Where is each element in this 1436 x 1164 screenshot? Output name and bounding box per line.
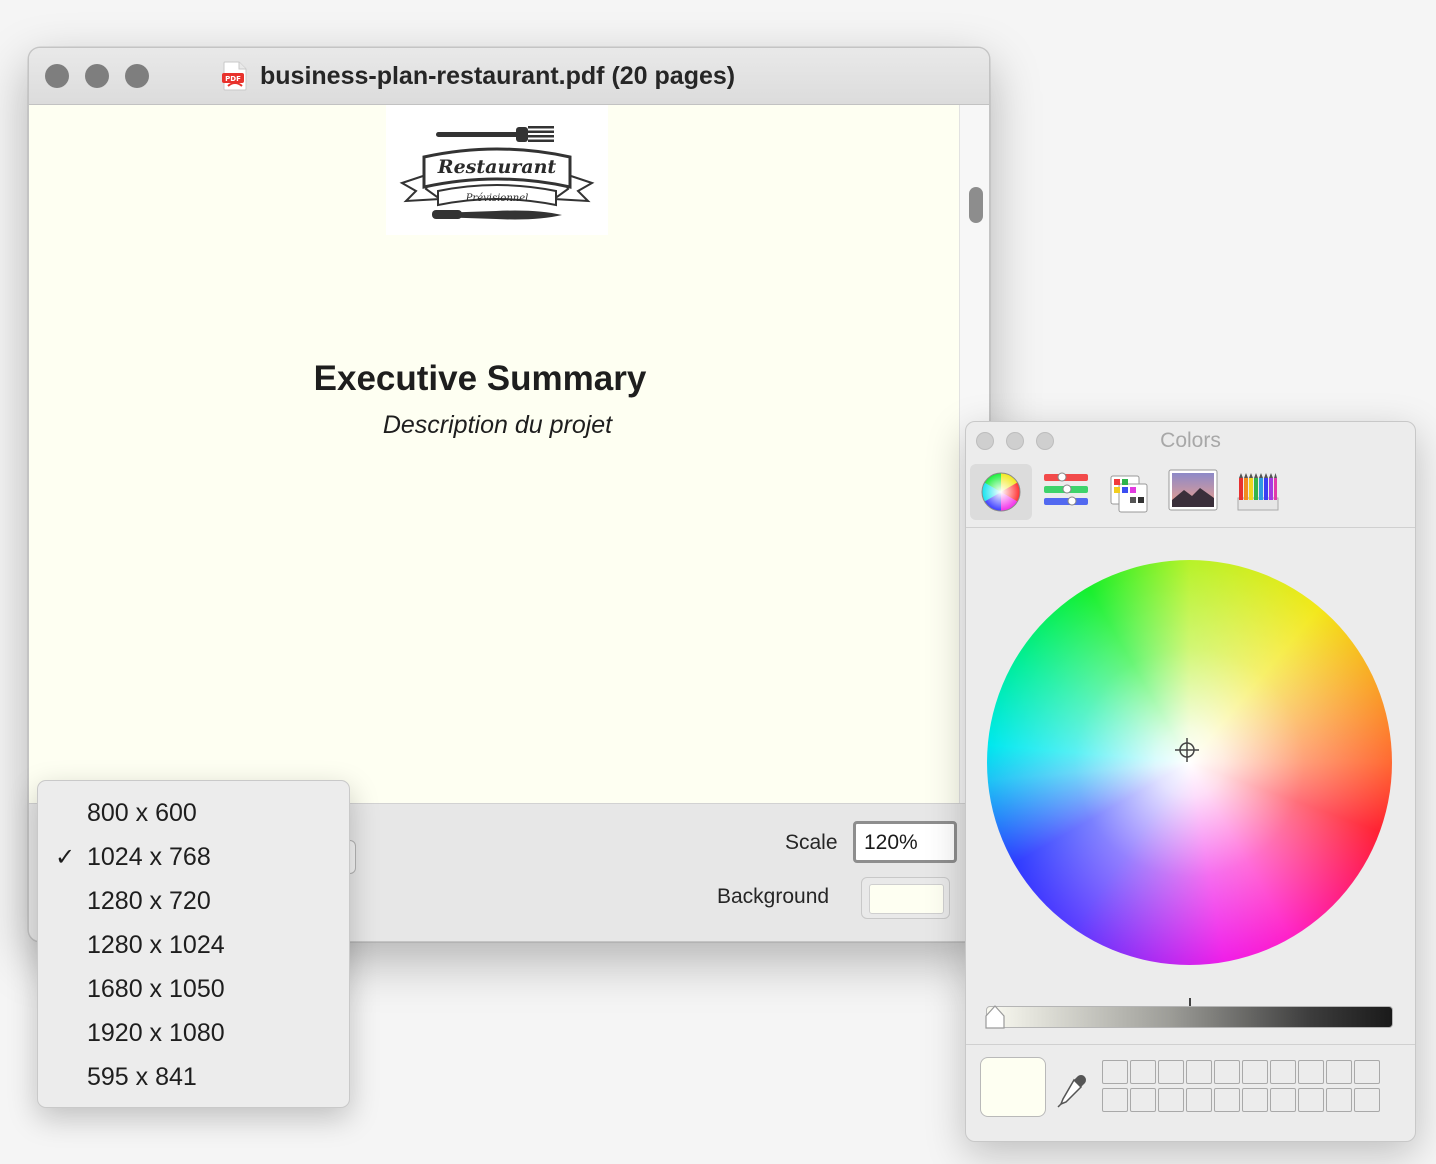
svg-text:PDF: PDF (225, 75, 241, 83)
background-label: Background (717, 885, 830, 908)
document-subheading: Description du projet (382, 411, 613, 439)
image-palettes-tab[interactable] (1162, 464, 1224, 520)
swatch-cell[interactable] (1158, 1060, 1184, 1084)
colors-toolbar-divider (966, 527, 1415, 528)
color-sliders-tab[interactable] (1036, 464, 1098, 520)
swatch-cell[interactable] (1298, 1060, 1324, 1084)
pencils-icon (1237, 473, 1279, 511)
colors-panel-title: Colors (1160, 429, 1221, 452)
swatch-cell[interactable] (1130, 1060, 1156, 1084)
swatch-cell[interactable] (1242, 1060, 1268, 1084)
crosshair-icon[interactable] (1175, 738, 1199, 762)
menu-item-label: 1280 x 1024 (87, 931, 225, 959)
checkmark-icon: ✓ (55, 844, 76, 871)
scale-label: Scale (785, 831, 838, 854)
swatch-cell[interactable] (1298, 1088, 1324, 1112)
brightness-knob[interactable] (984, 1004, 1006, 1030)
swatch-cell[interactable] (1326, 1088, 1352, 1112)
window-title-group: PDF business-plan-restaurant.pdf (20 pag… (222, 61, 735, 91)
menu-item-label: 800 x 600 (87, 799, 197, 827)
swatch-cell[interactable] (1354, 1088, 1380, 1112)
color-wheel[interactable] (987, 560, 1392, 965)
menu-item-label: 1280 x 720 (87, 887, 211, 915)
swatch-cell[interactable] (1186, 1088, 1212, 1112)
menu-item-label: 1920 x 1080 (87, 1019, 225, 1047)
color-palettes-icon (1110, 475, 1148, 513)
eyedropper-icon[interactable] (1054, 1070, 1090, 1110)
minimize-button[interactable] (85, 64, 109, 88)
window-title: business-plan-restaurant.pdf (20 pages) (260, 61, 736, 90)
swatch-cell[interactable] (1214, 1088, 1240, 1112)
restaurant-logo: Restaurant Prévisionnel (386, 105, 608, 235)
menu-item-1680x1050[interactable]: 1680 x 1050 (38, 969, 349, 1013)
current-color-swatch[interactable] (980, 1057, 1046, 1117)
logo-title-text: Restaurant (437, 156, 557, 178)
zoom-button[interactable] (125, 64, 149, 88)
scrollbar-thumb[interactable] (969, 187, 983, 223)
swatch-cell[interactable] (1102, 1060, 1128, 1084)
menu-item-1280x1024[interactable]: 1280 x 1024 (38, 925, 349, 969)
document-heading: Executive Summary (313, 359, 647, 398)
menu-item-label: 1024 x 768 (87, 843, 211, 871)
menu-item-1024x768[interactable]: ✓ 1024 x 768 (38, 837, 349, 881)
menu-item-800x600[interactable]: 800 x 600 (38, 793, 349, 837)
size-menu: 800 x 600 ✓ 1024 x 768 1280 x 720 1280 x… (37, 780, 350, 1108)
colors-panel: Colors (965, 421, 1416, 1142)
swatch-cell[interactable] (1214, 1060, 1240, 1084)
pencils-tab[interactable] (1228, 464, 1290, 520)
color-wheel-tab[interactable] (970, 464, 1032, 520)
pdf-file-icon: PDF (222, 61, 248, 91)
swatch-cell[interactable] (1102, 1088, 1128, 1112)
pdf-page-view[interactable]: Restaurant Prévisionnel Executive Summar… (29, 105, 959, 803)
image-palettes-icon (1168, 469, 1218, 511)
swatch-cell[interactable] (1158, 1088, 1184, 1112)
brightness-tick (1189, 998, 1191, 1006)
menu-item-1920x1080[interactable]: 1920 x 1080 (38, 1013, 349, 1057)
logo-subtitle-text: Prévisionnel (465, 193, 529, 204)
menu-item-595x841[interactable]: 595 x 841 (38, 1057, 349, 1101)
swatch-cell[interactable] (1186, 1060, 1212, 1084)
background-color-well[interactable] (861, 877, 950, 919)
color-wheel-saturation (987, 560, 1392, 965)
swatch-grid (1102, 1060, 1380, 1112)
background-color-swatch (869, 884, 944, 914)
color-wheel-icon (981, 472, 1021, 512)
swatch-cell[interactable] (1242, 1088, 1268, 1112)
swatch-cell[interactable] (1354, 1060, 1380, 1084)
swatch-cell[interactable] (1270, 1060, 1296, 1084)
menu-item-label: 595 x 841 (87, 1063, 197, 1091)
swatch-cell[interactable] (1270, 1088, 1296, 1112)
color-sliders-icon (1044, 472, 1088, 506)
swatch-cell[interactable] (1130, 1088, 1156, 1112)
menu-item-label: 1680 x 1050 (87, 975, 225, 1003)
colors-bottom-divider (966, 1044, 1415, 1045)
close-button[interactable] (45, 64, 69, 88)
brightness-slider[interactable] (986, 1006, 1393, 1028)
menu-item-1280x720[interactable]: 1280 x 720 (38, 881, 349, 925)
scale-input[interactable]: 120% (853, 821, 957, 863)
swatch-cell[interactable] (1326, 1060, 1352, 1084)
title-bar: PDF business-plan-restaurant.pdf (20 pag… (29, 48, 989, 105)
color-palettes-tab[interactable] (1097, 464, 1159, 520)
